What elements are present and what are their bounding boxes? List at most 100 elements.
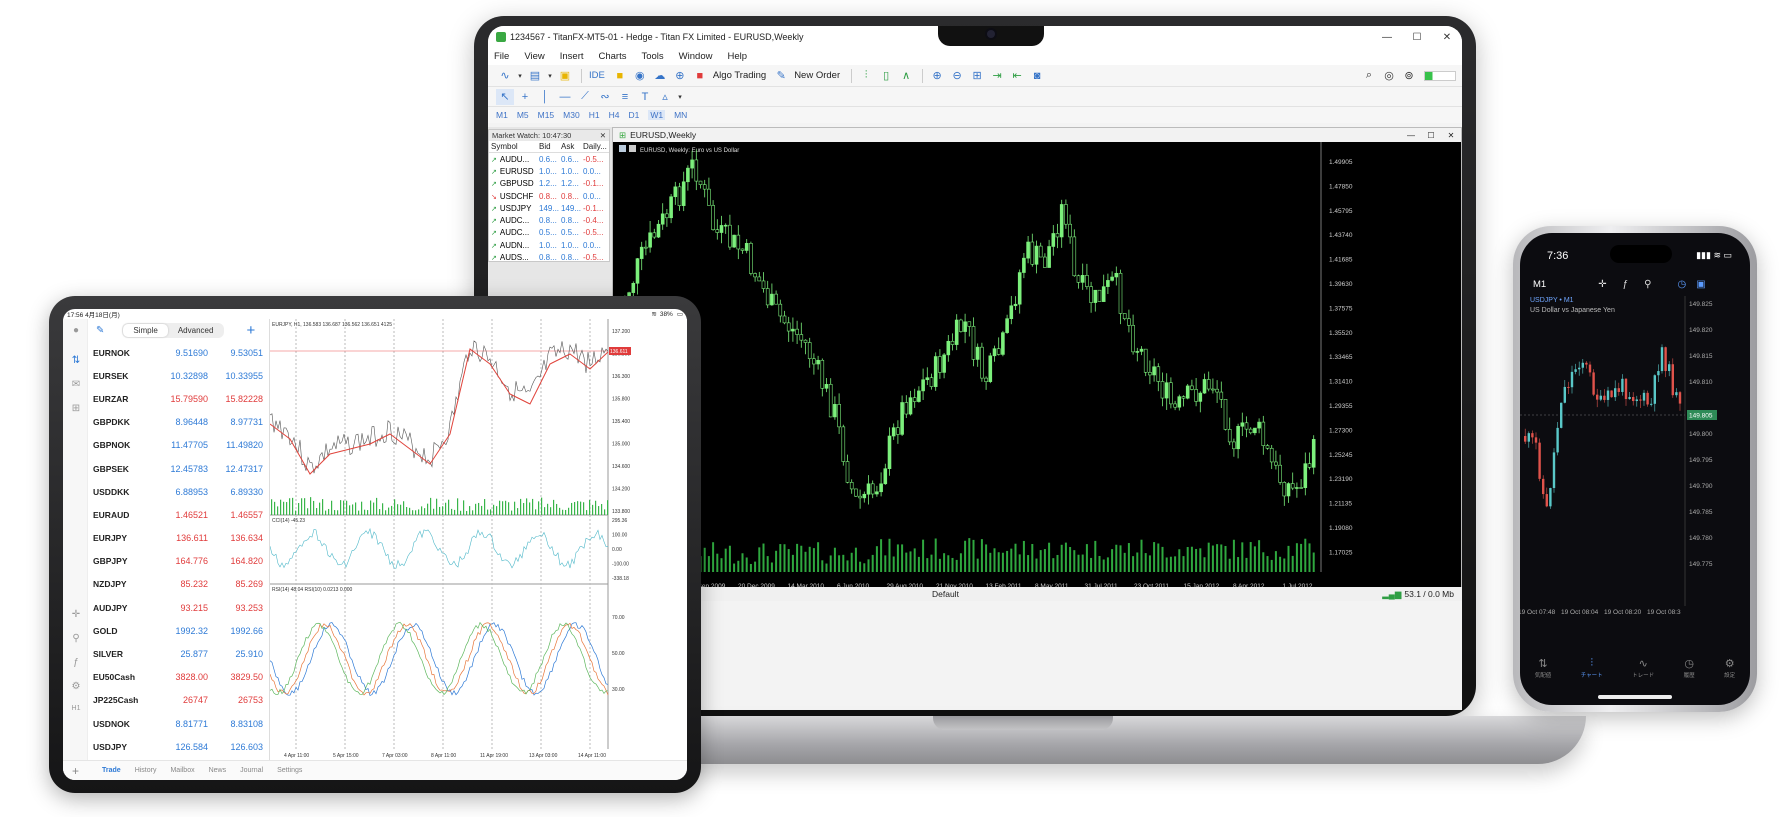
- trendline-icon[interactable]: ⟋: [576, 89, 594, 105]
- crosshair-icon[interactable]: +: [516, 89, 534, 105]
- timeframe-w1[interactable]: W1: [648, 110, 666, 120]
- add-icon[interactable]: +: [63, 764, 88, 778]
- candlestick-icon[interactable]: ▯: [877, 68, 895, 84]
- trade-icon[interactable]: ▣: [1696, 279, 1705, 290]
- quote-row[interactable]: EURJPY 136.611 136.634: [88, 527, 268, 550]
- add-symbol-icon[interactable]: +: [246, 322, 255, 339]
- tab-news[interactable]: News: [209, 767, 227, 774]
- clock-icon[interactable]: ◷: [1677, 279, 1686, 290]
- menu-help[interactable]: Help: [727, 51, 747, 62]
- quote-row[interactable]: GBPNOK 11.47705 11.49820: [88, 434, 268, 457]
- col-symbol[interactable]: Symbol: [489, 142, 539, 151]
- chat-icon[interactable]: ✉: [69, 379, 83, 393]
- new-order-icon[interactable]: ✎: [772, 68, 790, 84]
- market-watch-row[interactable]: ↗ AUDU... 0.6... 0.6... -0.5...: [489, 153, 609, 165]
- timeframe-m30[interactable]: M30: [563, 110, 580, 120]
- profile-status[interactable]: Default: [932, 589, 959, 599]
- col-bid[interactable]: Bid: [539, 142, 561, 151]
- eurusd-weekly-chart[interactable]: EURUSD, Weekly: Euro vs US Dollar 1.4990…: [613, 142, 1461, 597]
- crosshair-icon[interactable]: ✛: [69, 609, 83, 623]
- tab-history[interactable]: History: [135, 767, 157, 774]
- minimize-button[interactable]: —: [1401, 131, 1421, 140]
- quote-row[interactable]: GBPJPY 164.776 164.820: [88, 550, 268, 573]
- quote-row[interactable]: SILVER 25.877 25.910: [88, 642, 268, 665]
- shapes-icon[interactable]: ▵: [656, 89, 674, 105]
- quote-row[interactable]: USDNOK 8.81771 8.83108: [88, 712, 268, 735]
- usdjpy-m1-chart[interactable]: 149.825 149.820 149.815 149.810 149.800 149.7…: [1520, 296, 1750, 656]
- close-button[interactable]: ✕: [1432, 32, 1462, 43]
- col-ask[interactable]: Ask: [561, 142, 583, 151]
- quote-row[interactable]: AUDJPY 93.215 93.253: [88, 596, 268, 619]
- auto-scroll-icon[interactable]: ⇥: [988, 68, 1006, 84]
- market-watch-row[interactable]: ↗ GBPUSD 1.2... 1.2... -0.1...: [489, 178, 609, 190]
- tab-journal[interactable]: Journal: [240, 767, 263, 774]
- indicators-icon[interactable]: ƒ: [69, 657, 83, 671]
- crosshair-icon[interactable]: ✛: [1598, 279, 1606, 290]
- timeframe-m1[interactable]: M1: [496, 110, 508, 120]
- market-watch-row[interactable]: ↗ AUDN... 1.0... 1.0... 0.0...: [489, 239, 609, 251]
- maximize-button[interactable]: ☐: [1421, 131, 1441, 140]
- eurjpy-h1-chart[interactable]: EURJPY, H1, 136.583 136.687 136.562 136.…: [269, 319, 687, 760]
- new-chart-icon[interactable]: ▣: [556, 68, 574, 84]
- ide-button[interactable]: IDE: [589, 70, 605, 81]
- algo-trading-button[interactable]: Algo Trading: [713, 70, 766, 81]
- nav-item[interactable]: ⇅ 気配値: [1535, 657, 1552, 679]
- objects-icon[interactable]: ⚲: [1644, 279, 1651, 290]
- quotes-icon[interactable]: ⇅: [69, 355, 83, 369]
- tab-simple[interactable]: Simple: [123, 323, 168, 337]
- vps-icon[interactable]: ☁: [651, 68, 669, 84]
- quote-row[interactable]: USDJPY 126.584 126.603: [88, 735, 268, 758]
- nav-item[interactable]: ⚙ 設定: [1724, 657, 1735, 679]
- templates-icon[interactable]: ▤: [526, 68, 544, 84]
- quote-row[interactable]: JP225Cash 26747 26753: [88, 689, 268, 712]
- new-order-button[interactable]: New Order: [794, 70, 840, 81]
- search-icon[interactable]: ⌕: [1360, 68, 1378, 84]
- close-button[interactable]: ✕: [1441, 131, 1461, 140]
- chart-type-icon[interactable]: ∿: [496, 68, 514, 84]
- tab-settings[interactable]: Settings: [277, 767, 302, 774]
- tab-trade[interactable]: Trade: [102, 767, 121, 774]
- timeframe-button[interactable]: M1: [1533, 279, 1546, 290]
- timeframe-d1[interactable]: D1: [628, 110, 639, 120]
- zoom-in-icon[interactable]: ⊕: [928, 68, 946, 84]
- edit-icon[interactable]: ✎: [96, 325, 104, 336]
- market-watch-row[interactable]: ↗ AUDC... 0.8... 0.8... -0.4...: [489, 214, 609, 226]
- settings-icon[interactable]: ⚙: [69, 681, 83, 695]
- community-icon[interactable]: ⊕: [671, 68, 689, 84]
- timeframe-h4[interactable]: H4: [609, 110, 620, 120]
- quote-row[interactable]: EURNOK 9.51690 9.53051: [88, 341, 268, 364]
- signals-icon[interactable]: ◉: [631, 68, 649, 84]
- tablet-chart[interactable]: EURJPY, H1, 136.583 136.687 136.562 136.…: [269, 319, 687, 760]
- nav-item[interactable]: ◷ 履歴: [1684, 657, 1695, 679]
- col-daily[interactable]: Daily...: [583, 142, 609, 151]
- chart-menu-icon[interactable]: [619, 145, 626, 152]
- market-watch-row[interactable]: ↘ USDCHF 0.8... 0.8... 0.0...: [489, 190, 609, 202]
- cursor-icon[interactable]: ↖: [496, 88, 514, 105]
- bar-chart-icon[interactable]: ⫶: [857, 68, 875, 84]
- quote-row[interactable]: GOLD 1992.32 1992.66: [88, 619, 268, 642]
- timeframe-h1[interactable]: H1: [589, 110, 600, 120]
- zoom-out-icon[interactable]: ⊖: [948, 68, 966, 84]
- maximize-button[interactable]: ☐: [1402, 32, 1432, 43]
- indicators-icon[interactable]: ƒ: [1623, 279, 1629, 290]
- account-icon[interactable]: ●: [69, 325, 83, 339]
- menu-window[interactable]: Window: [679, 51, 713, 62]
- market-watch-row[interactable]: ↗ AUDC... 0.5... 0.5... -0.5...: [489, 227, 609, 239]
- chevron-down-icon[interactable]: ▾: [546, 68, 554, 84]
- screenshot-icon[interactable]: ◙: [1028, 68, 1046, 84]
- close-icon[interactable]: ✕: [600, 131, 606, 140]
- quote-row[interactable]: USDDKK 6.88953 6.89330: [88, 480, 268, 503]
- minimize-button[interactable]: —: [1372, 32, 1402, 43]
- quote-row[interactable]: GBPDKK 8.96448 8.97731: [88, 411, 268, 434]
- nav-item[interactable]: ⫶ チャート: [1581, 657, 1603, 679]
- quote-row[interactable]: GBPSEK 12.45783 12.47317: [88, 457, 268, 480]
- chevron-down-icon[interactable]: ▾: [676, 89, 684, 105]
- new-order-icon[interactable]: ⊞: [69, 403, 83, 417]
- market-watch-row[interactable]: ↗ USDJPY 149... 149... -0.1...: [489, 202, 609, 214]
- timeframe-m15[interactable]: M15: [538, 110, 555, 120]
- menu-view[interactable]: View: [524, 51, 544, 62]
- chevron-down-icon[interactable]: ▾: [516, 68, 524, 84]
- menu-tools[interactable]: Tools: [641, 51, 663, 62]
- line-chart-icon[interactable]: ∧: [897, 68, 915, 84]
- market-watch-row[interactable]: ↗ EURUSD 1.0... 1.0... 0.0...: [489, 165, 609, 177]
